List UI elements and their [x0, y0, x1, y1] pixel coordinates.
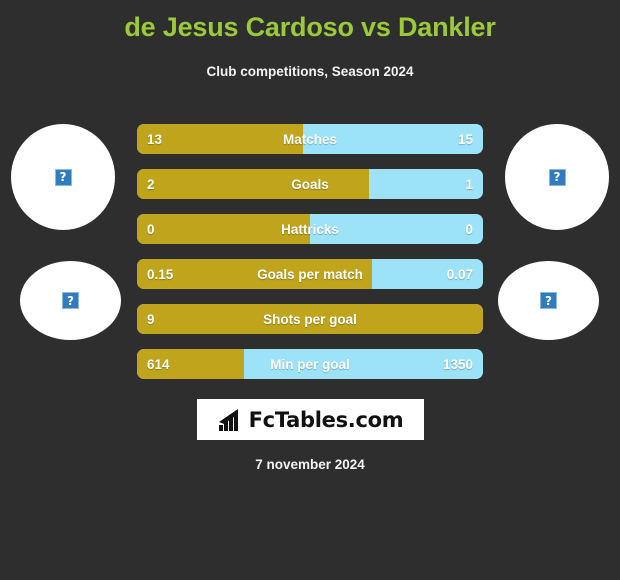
report-date: 7 november 2024: [255, 457, 365, 472]
stat-bar-home-fill: [137, 169, 369, 199]
stat-value-away: 0.07: [446, 266, 473, 282]
bar-chart-icon: [218, 408, 238, 431]
page-subtitle: Club competitions, Season 2024: [206, 64, 414, 79]
broken-image-icon: ?: [548, 168, 566, 186]
stat-bars-list: 13 15 Matches 2 1 Goals 0 0 Hattricks 0.15 0.07 Goa…: [137, 124, 483, 394]
broken-image-icon: ?: [62, 292, 79, 309]
stat-value-home: 13: [147, 131, 163, 147]
stat-row: 9 Shots per goal: [137, 304, 483, 334]
broken-image-icon: ?: [540, 292, 557, 309]
right-club-logo: ?: [498, 261, 599, 340]
player-comparison-infographic: de Jesus Cardoso vs Dankler Club competi…: [0, 0, 620, 580]
page-title: de Jesus Cardoso vs Dankler: [124, 12, 496, 42]
stat-value-away: 1: [465, 176, 473, 192]
stat-row: 2 1 Goals: [137, 169, 483, 199]
stat-bar-home-fill: [137, 214, 310, 244]
stat-value-away: 1350: [442, 356, 473, 372]
stat-value-home: 2: [147, 176, 155, 192]
stat-bar-home-fill: [137, 304, 483, 334]
broken-image-icon: ?: [54, 168, 72, 186]
stat-value-home: 0: [147, 221, 155, 237]
left-club-logo: ?: [20, 261, 121, 340]
stat-value-home: 614: [147, 356, 170, 372]
stat-value-away: 0: [465, 221, 473, 237]
stat-value-away: 15: [457, 131, 473, 147]
stat-row: 13 15 Matches: [137, 124, 483, 154]
stat-row: 0.15 0.07 Goals per match: [137, 259, 483, 289]
stat-row: 0 0 Hattricks: [137, 214, 483, 244]
fctables-logo[interactable]: FcTables.com: [197, 399, 424, 440]
stat-value-home: 0.15: [147, 266, 174, 282]
left-player-photo: ?: [11, 124, 115, 230]
fctables-logo-text: FcTables.com: [248, 407, 404, 432]
stat-row: 614 1350 Min per goal: [137, 349, 483, 379]
stat-value-home: 9: [147, 311, 155, 327]
right-player-photo: ?: [505, 124, 609, 230]
